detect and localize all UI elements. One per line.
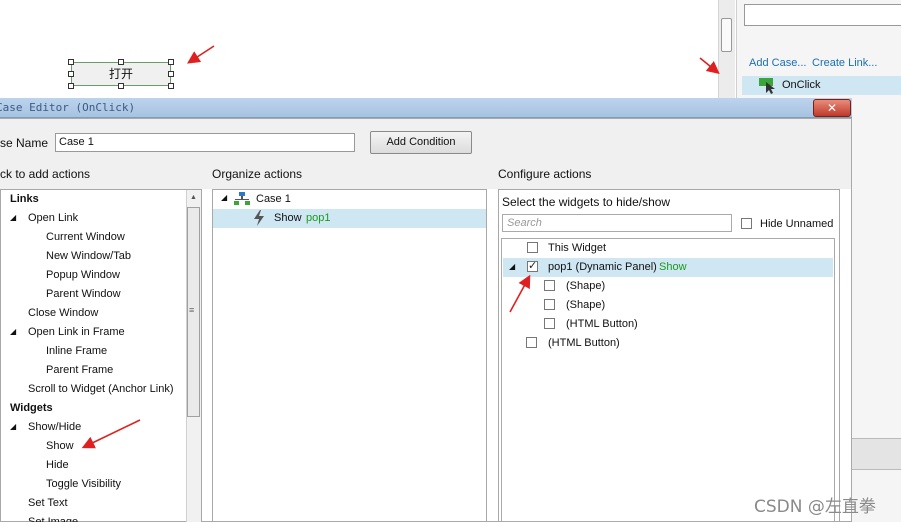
watermark: CSDN @左直拳	[754, 497, 876, 517]
annotation-arrow	[509, 274, 531, 313]
annotation-arrow	[699, 57, 720, 75]
annotation-arrow	[186, 45, 215, 64]
annotation-arrows	[81, 45, 720, 449]
annotation-arrow	[81, 419, 141, 449]
